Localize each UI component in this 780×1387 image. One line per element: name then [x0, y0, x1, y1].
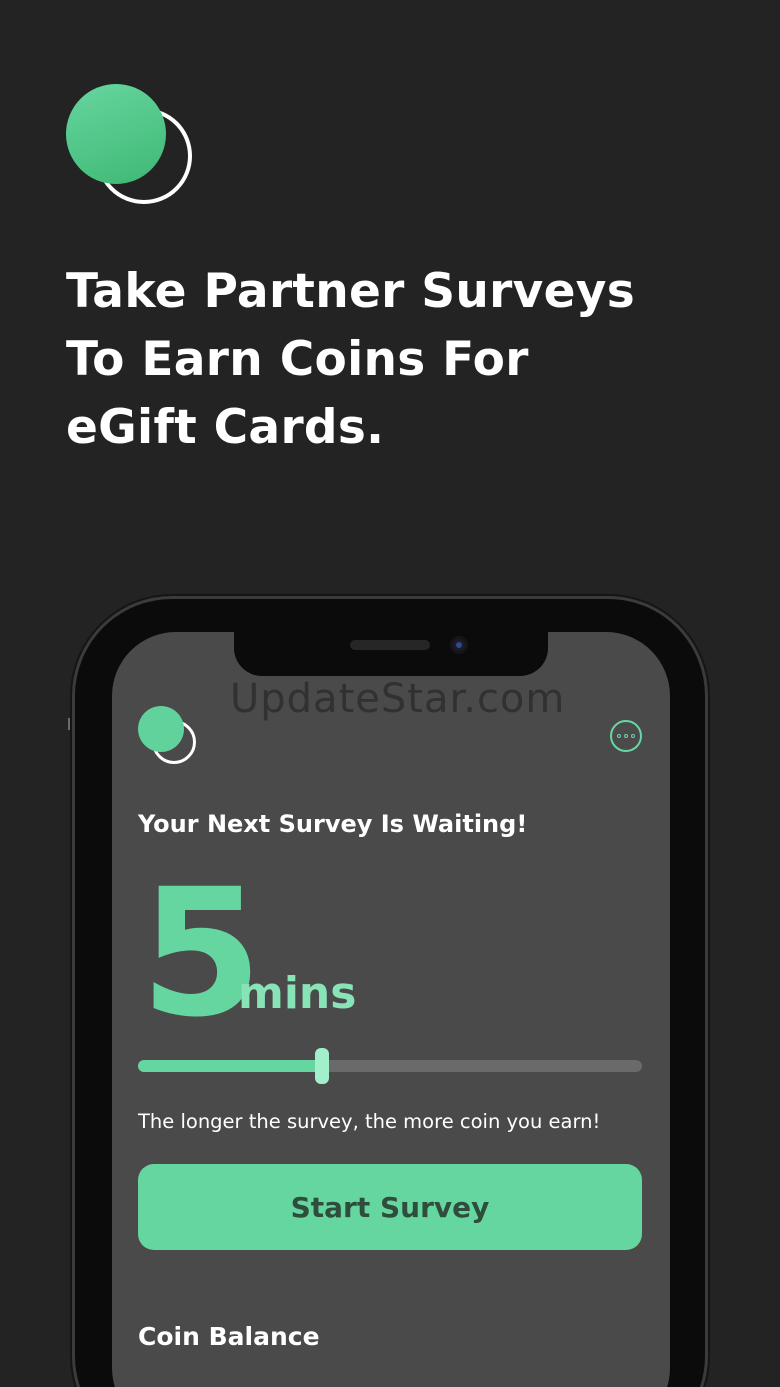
- headline-line-1: Take Partner Surveys: [66, 264, 635, 319]
- more-dots-icon: [617, 734, 621, 738]
- headline-line-3: eGift Cards.: [66, 400, 385, 455]
- slider-thumb[interactable]: [314, 1048, 329, 1084]
- survey-duration-unit: mins: [238, 968, 357, 1019]
- headline-line-2: To Earn Coins For: [66, 332, 529, 387]
- promo-headline: Take Partner Surveys To Earn Coins For e…: [66, 258, 726, 462]
- next-survey-title: Your Next Survey Is Waiting!: [138, 810, 528, 838]
- survey-length-slider[interactable]: [138, 1048, 642, 1084]
- speaker-grille: [350, 640, 430, 650]
- front-camera-icon: [450, 636, 468, 654]
- coin-balance-label: Coin Balance: [138, 1322, 320, 1351]
- more-options-button[interactable]: [610, 720, 642, 752]
- start-survey-button[interactable]: Start Survey: [138, 1164, 642, 1250]
- phone-notch: [234, 632, 548, 676]
- brand-logo-icon: [66, 84, 196, 208]
- app-logo-icon: [138, 706, 200, 766]
- watermark: UpdateStar.com: [230, 676, 566, 722]
- survey-hint-text: The longer the survey, the more coin you…: [138, 1110, 601, 1133]
- phone-screen: UpdateStar.com Your Next Survey Is Waiti…: [112, 632, 670, 1387]
- slider-fill: [138, 1060, 322, 1072]
- promo-page: Take Partner Surveys To Earn Coins For e…: [0, 0, 780, 1387]
